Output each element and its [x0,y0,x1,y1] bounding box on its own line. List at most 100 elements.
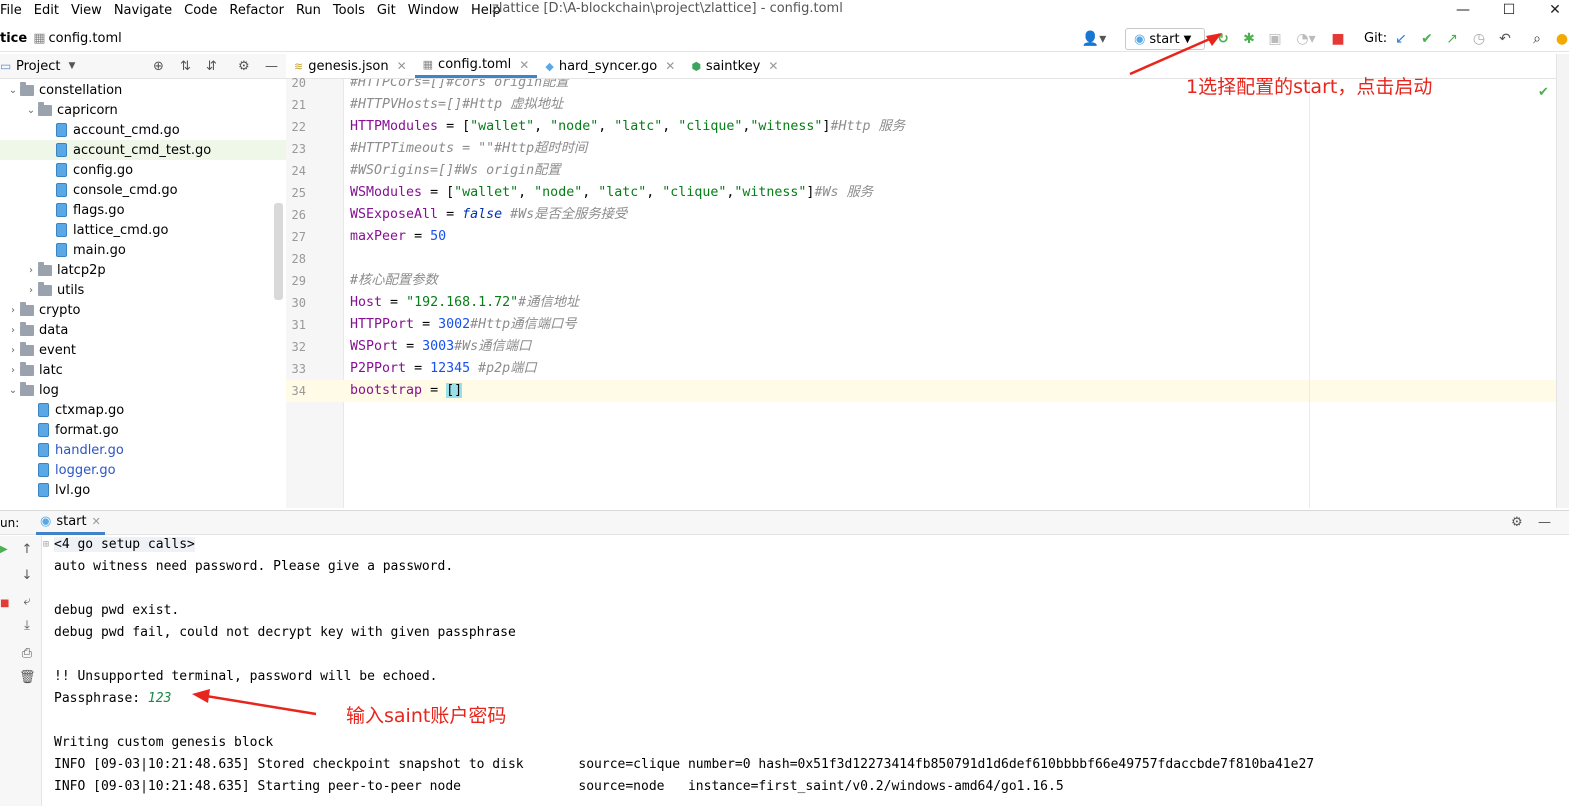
close-icon[interactable]: ✕ [519,58,529,72]
menu-item-git[interactable]: Git [371,1,402,21]
menu-item-refactor[interactable]: Refactor [223,1,290,21]
tree-folder[interactable]: ⌄ log [0,380,286,400]
rollback-icon[interactable]: ↶ [1496,30,1514,48]
update-icon[interactable]: ● [1553,30,1569,48]
maximize-button[interactable]: ☐ [1486,0,1532,22]
coverage-icon[interactable]: ▣ [1266,30,1284,48]
close-icon[interactable]: ✕ [768,59,778,73]
menu-item-tools[interactable]: Tools [327,1,371,21]
git-update-icon[interactable]: ↙ [1392,30,1410,48]
tree-file[interactable]: account_cmd.go [0,120,286,140]
tab-saintkey[interactable]: ⬢ saintkey ✕ [683,54,786,78]
tree-file[interactable]: ctxmap.go [0,400,286,420]
hide-icon[interactable]: — [1538,515,1551,530]
print-icon[interactable]: ⎙ [19,646,35,661]
menu-item-edit[interactable]: Edit [28,1,65,21]
project-panel-title[interactable]: Project [16,59,60,74]
git-commit-icon[interactable]: ✔ [1418,30,1436,48]
arrow-down-icon[interactable]: ↓ [19,568,35,583]
tree-folder[interactable]: › data [0,320,286,340]
arrow-up-icon[interactable]: ↑ [19,542,35,557]
tab-hard-syncer-go[interactable]: ◆ hard_syncer.go ✕ [537,54,683,78]
debug-icon[interactable]: ✱ [1240,30,1258,48]
code-editor[interactable]: #HTTPCors=[]#cors origin配置 #HTTPVHosts=[]… [344,79,1556,508]
code-token: Host [350,295,383,310]
breadcrumb-project[interactable]: tice [0,31,27,46]
soft-wrap-icon[interactable]: ⤶ [19,594,35,609]
git-push-icon[interactable]: ↗ [1443,30,1461,48]
menu-item-file[interactable]: File [0,1,28,21]
tree-file[interactable]: handler.go [0,440,286,460]
console-line: Passphrase: 123 [54,688,171,710]
stop-icon[interactable]: ■ [1329,30,1347,48]
console-output[interactable]: ⊞ <4 go setup calls> auto witness need pas… [42,536,1556,806]
key-file-icon: ⬢ [691,59,701,73]
code-token: #核心配置参数 [350,273,438,288]
code-token: #p2p端口 [470,361,537,376]
tree-file[interactable]: lattice_cmd.go [0,220,286,240]
code-token: false [462,207,503,222]
stop-icon[interactable]: ■ [0,598,9,609]
menu-item-navigate[interactable]: Navigate [108,1,178,21]
close-icon[interactable]: ✕ [665,59,675,73]
history-icon[interactable]: ◷ [1470,30,1488,48]
tab-genesis-json[interactable]: ≋ genesis.json ✕ [286,54,415,78]
tree-file[interactable]: logger.go [0,460,286,480]
tree-file[interactable]: lvl.go [0,480,286,500]
tree-item-label: lattice_cmd.go [73,222,169,238]
right-margin-guide [1309,79,1310,508]
tree-item-label: data [39,322,69,338]
line-number: 32 [291,340,306,354]
fold-icon[interactable]: ⊞ [43,536,49,556]
collapse-all-icon[interactable]: ⇵ [206,59,217,74]
chevron-down-icon[interactable]: ▼ [68,61,75,71]
tree-file[interactable]: main.go [0,240,286,260]
menu-item-run[interactable]: Run [290,1,327,21]
tree-folder[interactable]: › event [0,340,286,360]
tree-file[interactable]: account_cmd_test.go [0,140,286,160]
tree-scrollbar[interactable] [274,203,283,300]
expand-all-icon[interactable]: ⇅ [180,59,191,74]
tree-folder[interactable]: › latc [0,360,286,380]
code-token: #Http 服务 [830,119,906,134]
code-token: #HTTPCors=[]#cors origin配置 [350,79,569,90]
tree-file[interactable]: console_cmd.go [0,180,286,200]
user-icon[interactable]: 👤▾ [1080,30,1108,48]
profile-icon[interactable]: ◔▾ [1292,30,1320,48]
menu-item-code[interactable]: Code [178,1,223,21]
go-file-icon [56,203,67,217]
tree-folder[interactable]: ⌄ capricorn [0,100,286,120]
tree-file[interactable]: config.go [0,160,286,180]
folded-calls[interactable]: <4 go setup calls> [54,537,195,552]
menu-item-window[interactable]: Window [402,1,465,21]
tree-folder[interactable]: › utils [0,280,286,300]
tree-file[interactable]: flags.go [0,200,286,220]
trash-icon[interactable]: 🗑 [19,670,36,685]
tab-config-toml[interactable]: ▦ config.toml ✕ [414,54,538,78]
tree-file[interactable]: format.go [0,420,286,440]
locate-icon[interactable]: ⊕ [153,59,164,74]
tree-folder[interactable]: › latcp2p [0,260,286,280]
tree-item-label: main.go [73,242,126,258]
search-icon[interactable]: ⌕ [1528,30,1546,48]
tree-folder[interactable]: ⌄ constellation [0,80,286,100]
folder-icon [20,361,34,376]
breadcrumb-file-label: config.toml [48,31,122,46]
scroll-to-end-icon[interactable]: ⤓ [19,618,35,633]
minimize-button[interactable]: — [1440,0,1486,22]
tree-folder[interactable]: › crypto [0,300,286,320]
hide-icon[interactable]: — [265,59,278,74]
code-token: = [422,317,439,332]
breadcrumb-file[interactable]: ▦ config.toml [33,31,122,46]
git-label: Git: [1364,31,1388,46]
gear-icon[interactable]: ⚙ [238,59,250,74]
code-token: #WSOrigins=[]#Ws origin配置 [350,163,561,178]
code-line: WSPort = 3003#Ws通信端口 [350,336,531,358]
run-tab-start[interactable]: ◉ start ✕ [36,510,105,535]
close-icon[interactable]: ✕ [92,515,101,528]
rerun-icon[interactable]: ▶ [0,544,8,555]
menu-item-view[interactable]: View [65,1,108,21]
gear-icon[interactable]: ⚙ [1511,515,1523,530]
close-window-button[interactable]: ✕ [1532,0,1569,22]
close-icon[interactable]: ✕ [397,59,407,73]
